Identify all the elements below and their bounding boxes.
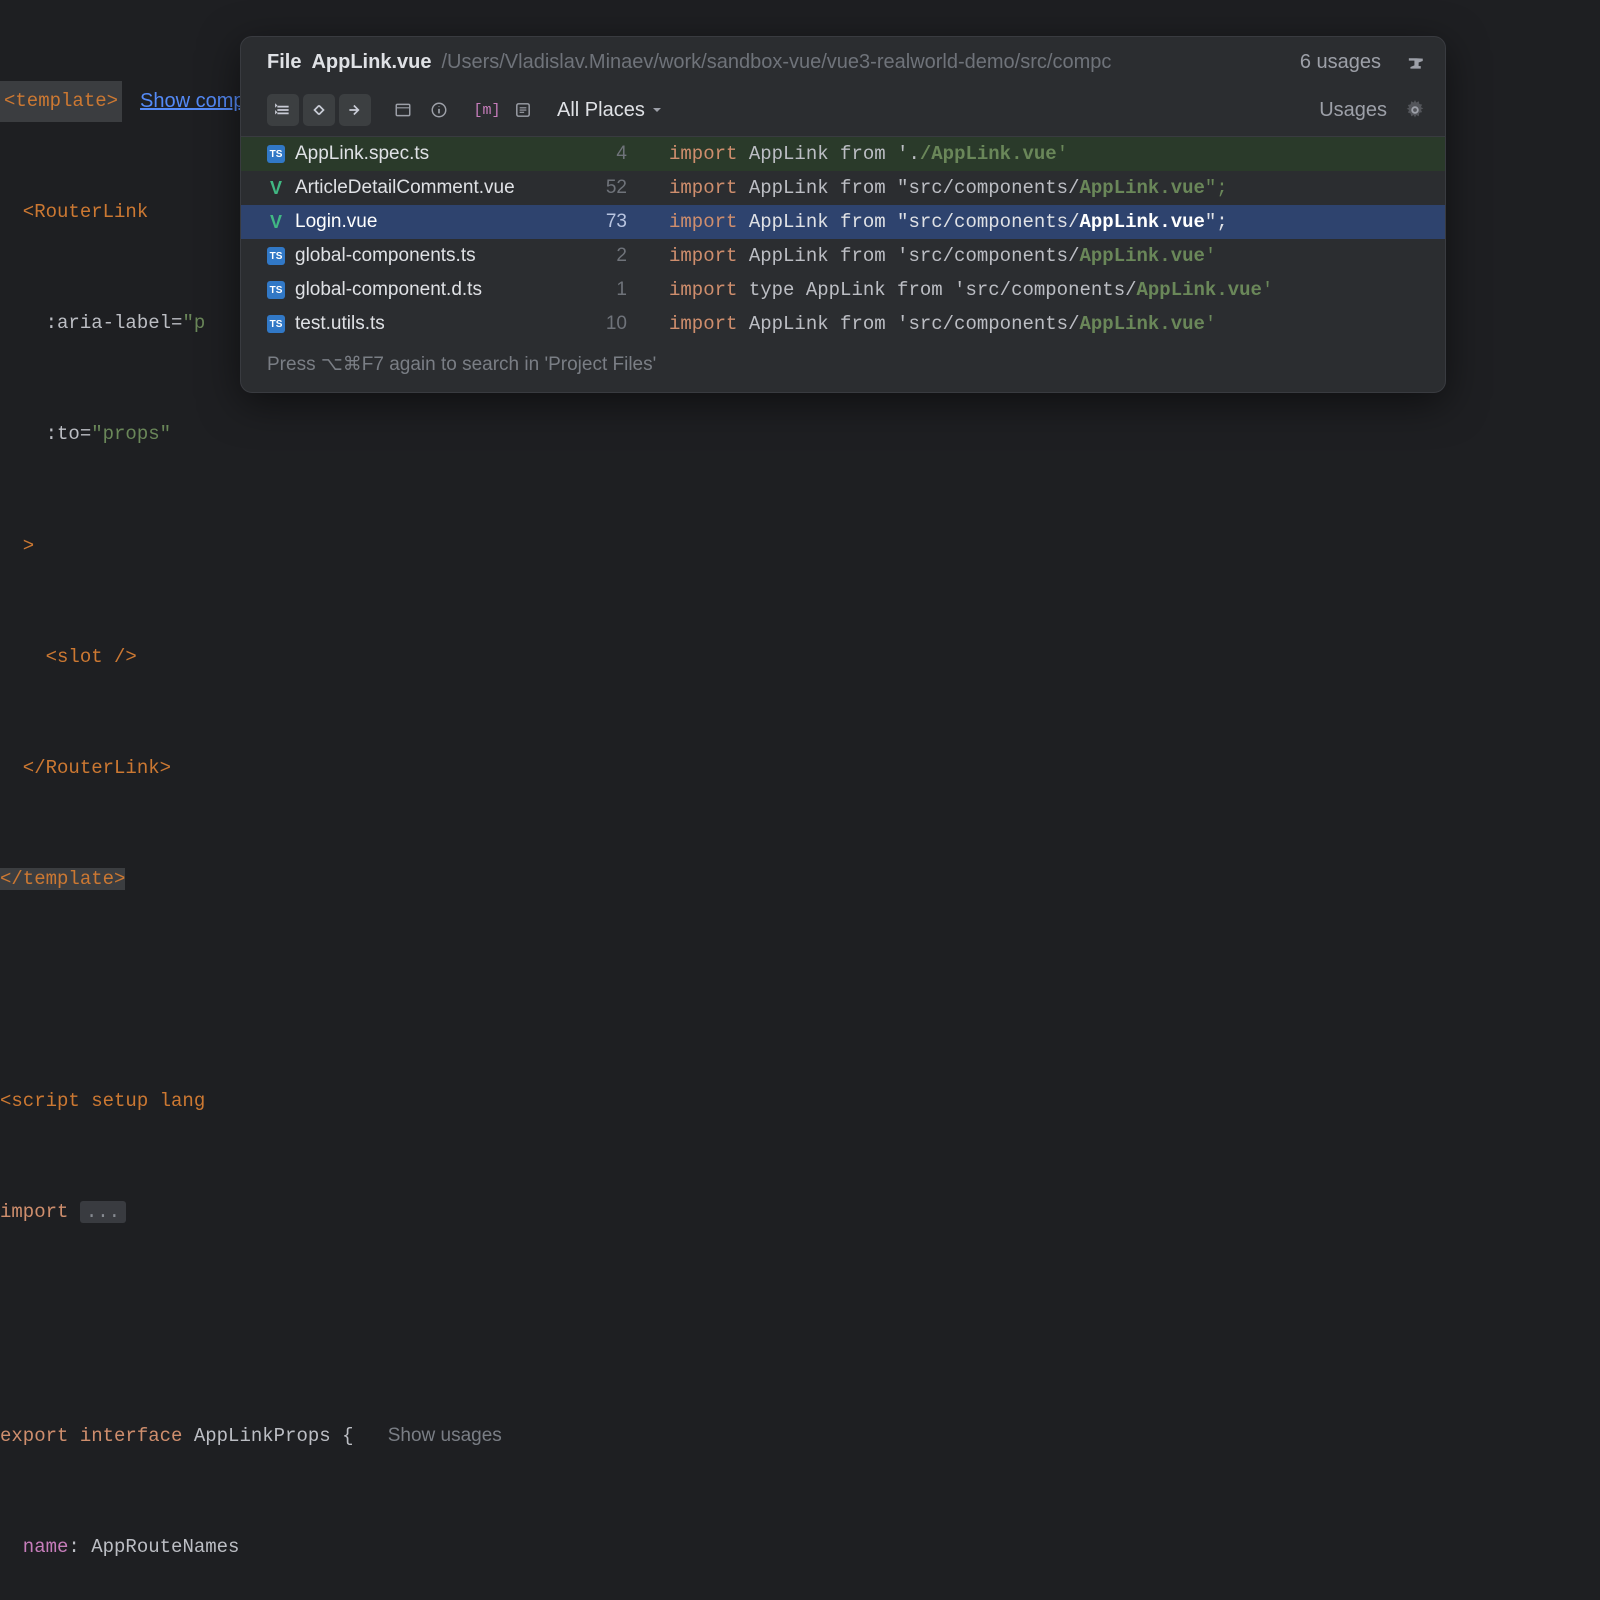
result-row[interactable]: V ArticleDetailComment.vue52 import AppLin… (241, 171, 1445, 205)
vue-file-icon: V (267, 213, 285, 231)
code-text: import (0, 1201, 80, 1223)
result-snippet: import AppLink from "src/components/AppL… (669, 211, 1228, 233)
code-text: export interface (0, 1425, 194, 1447)
popup-file-path: /Users/Vladislav.Minaev/work/sandbox-vue… (441, 51, 1273, 74)
expand-all-button[interactable] (267, 94, 299, 126)
usages-label: Usages (1319, 99, 1387, 122)
scope-select[interactable]: All Places (557, 99, 663, 122)
chevron-down-icon (651, 104, 663, 116)
result-snippet: import AppLink from 'src/components/AppL… (669, 245, 1216, 267)
result-line-number: 2 (585, 245, 627, 267)
result-file-name: global-components.ts (295, 245, 585, 267)
code-text: : AppRouteNames (68, 1536, 239, 1558)
group-by-button[interactable] (387, 94, 419, 126)
result-row[interactable]: V Login.vue73 import AppLink from "src/com… (241, 205, 1445, 239)
code-text: AppLinkProps { (194, 1425, 354, 1447)
result-line-number: 4 (585, 143, 627, 165)
result-snippet: import type AppLink from 'src/components… (669, 279, 1273, 301)
result-snippet: import AppLink from 'src/components/AppL… (669, 313, 1216, 335)
result-file-name: test.utils.ts (295, 313, 585, 335)
jump-source-button[interactable] (339, 94, 371, 126)
code-text: > (0, 535, 34, 557)
code-text: "p (182, 312, 205, 334)
result-row[interactable]: TS global-components.ts2 import AppLink fr… (241, 239, 1445, 273)
result-file-name: ArticleDetailComment.vue (295, 177, 585, 199)
usages-popup: File AppLink.vue /Users/Vladislav.Minaev… (240, 36, 1446, 393)
markdown-view-button[interactable]: [m] (471, 94, 503, 126)
typescript-file-icon: TS (267, 281, 285, 299)
result-line-number: 52 (585, 177, 627, 199)
result-line-number: 73 (585, 211, 627, 233)
popup-usage-count: 6 usages (1300, 51, 1381, 74)
navigate-button[interactable] (303, 94, 335, 126)
folded-code[interactable]: ... (80, 1201, 126, 1223)
code-text: </RouterLink> (0, 757, 171, 779)
preview-button[interactable] (507, 94, 539, 126)
gear-icon[interactable] (1405, 100, 1425, 120)
result-file-name: AppLink.spec.ts (295, 143, 585, 165)
code-text: <RouterLink (0, 201, 148, 223)
result-line-number: 10 (585, 313, 627, 335)
result-row[interactable]: TS test.utils.ts10 import AppLink from 'sr… (241, 307, 1445, 341)
code-text: <script setup lang (0, 1090, 205, 1112)
code-text: </template> (0, 868, 125, 890)
popup-toolbar: [m] All Places Usages (241, 88, 1445, 137)
code-text: name (0, 1536, 68, 1558)
code-text: :to= (0, 423, 91, 445)
popup-header: File AppLink.vue /Users/Vladislav.Minaev… (241, 37, 1445, 88)
result-file-name: global-component.d.ts (295, 279, 585, 301)
template-open-tag: <template> (0, 81, 122, 122)
vue-file-icon: V (267, 179, 285, 197)
scope-label: All Places (557, 99, 645, 122)
popup-footer-hint: Press ⌥⌘F7 again to search in 'Project F… (241, 341, 1445, 392)
results-list: TS AppLink.spec.ts4 import AppLink from '.… (241, 137, 1445, 341)
typescript-file-icon: TS (267, 247, 285, 265)
typescript-file-icon: TS (267, 145, 285, 163)
popup-file-name: AppLink.vue (311, 51, 431, 74)
result-row[interactable]: TS AppLink.spec.ts4 import AppLink from '.… (241, 137, 1445, 171)
code-text: <slot /> (0, 646, 137, 668)
result-snippet: import AppLink from './AppLink.vue' (669, 143, 1068, 165)
result-line-number: 1 (585, 279, 627, 301)
pin-icon[interactable] (1407, 54, 1425, 72)
code-text: :aria-label= (0, 312, 182, 334)
popup-file-label: File (267, 51, 301, 74)
result-file-name: Login.vue (295, 211, 585, 233)
result-snippet: import AppLink from "src/components/AppL… (669, 177, 1228, 199)
code-text: "props" (91, 423, 171, 445)
typescript-file-icon: TS (267, 315, 285, 333)
info-button[interactable] (423, 94, 455, 126)
result-row[interactable]: TS global-component.d.ts1 import type AppL… (241, 273, 1445, 307)
show-usages-hint[interactable]: Show usages (388, 1425, 502, 1446)
